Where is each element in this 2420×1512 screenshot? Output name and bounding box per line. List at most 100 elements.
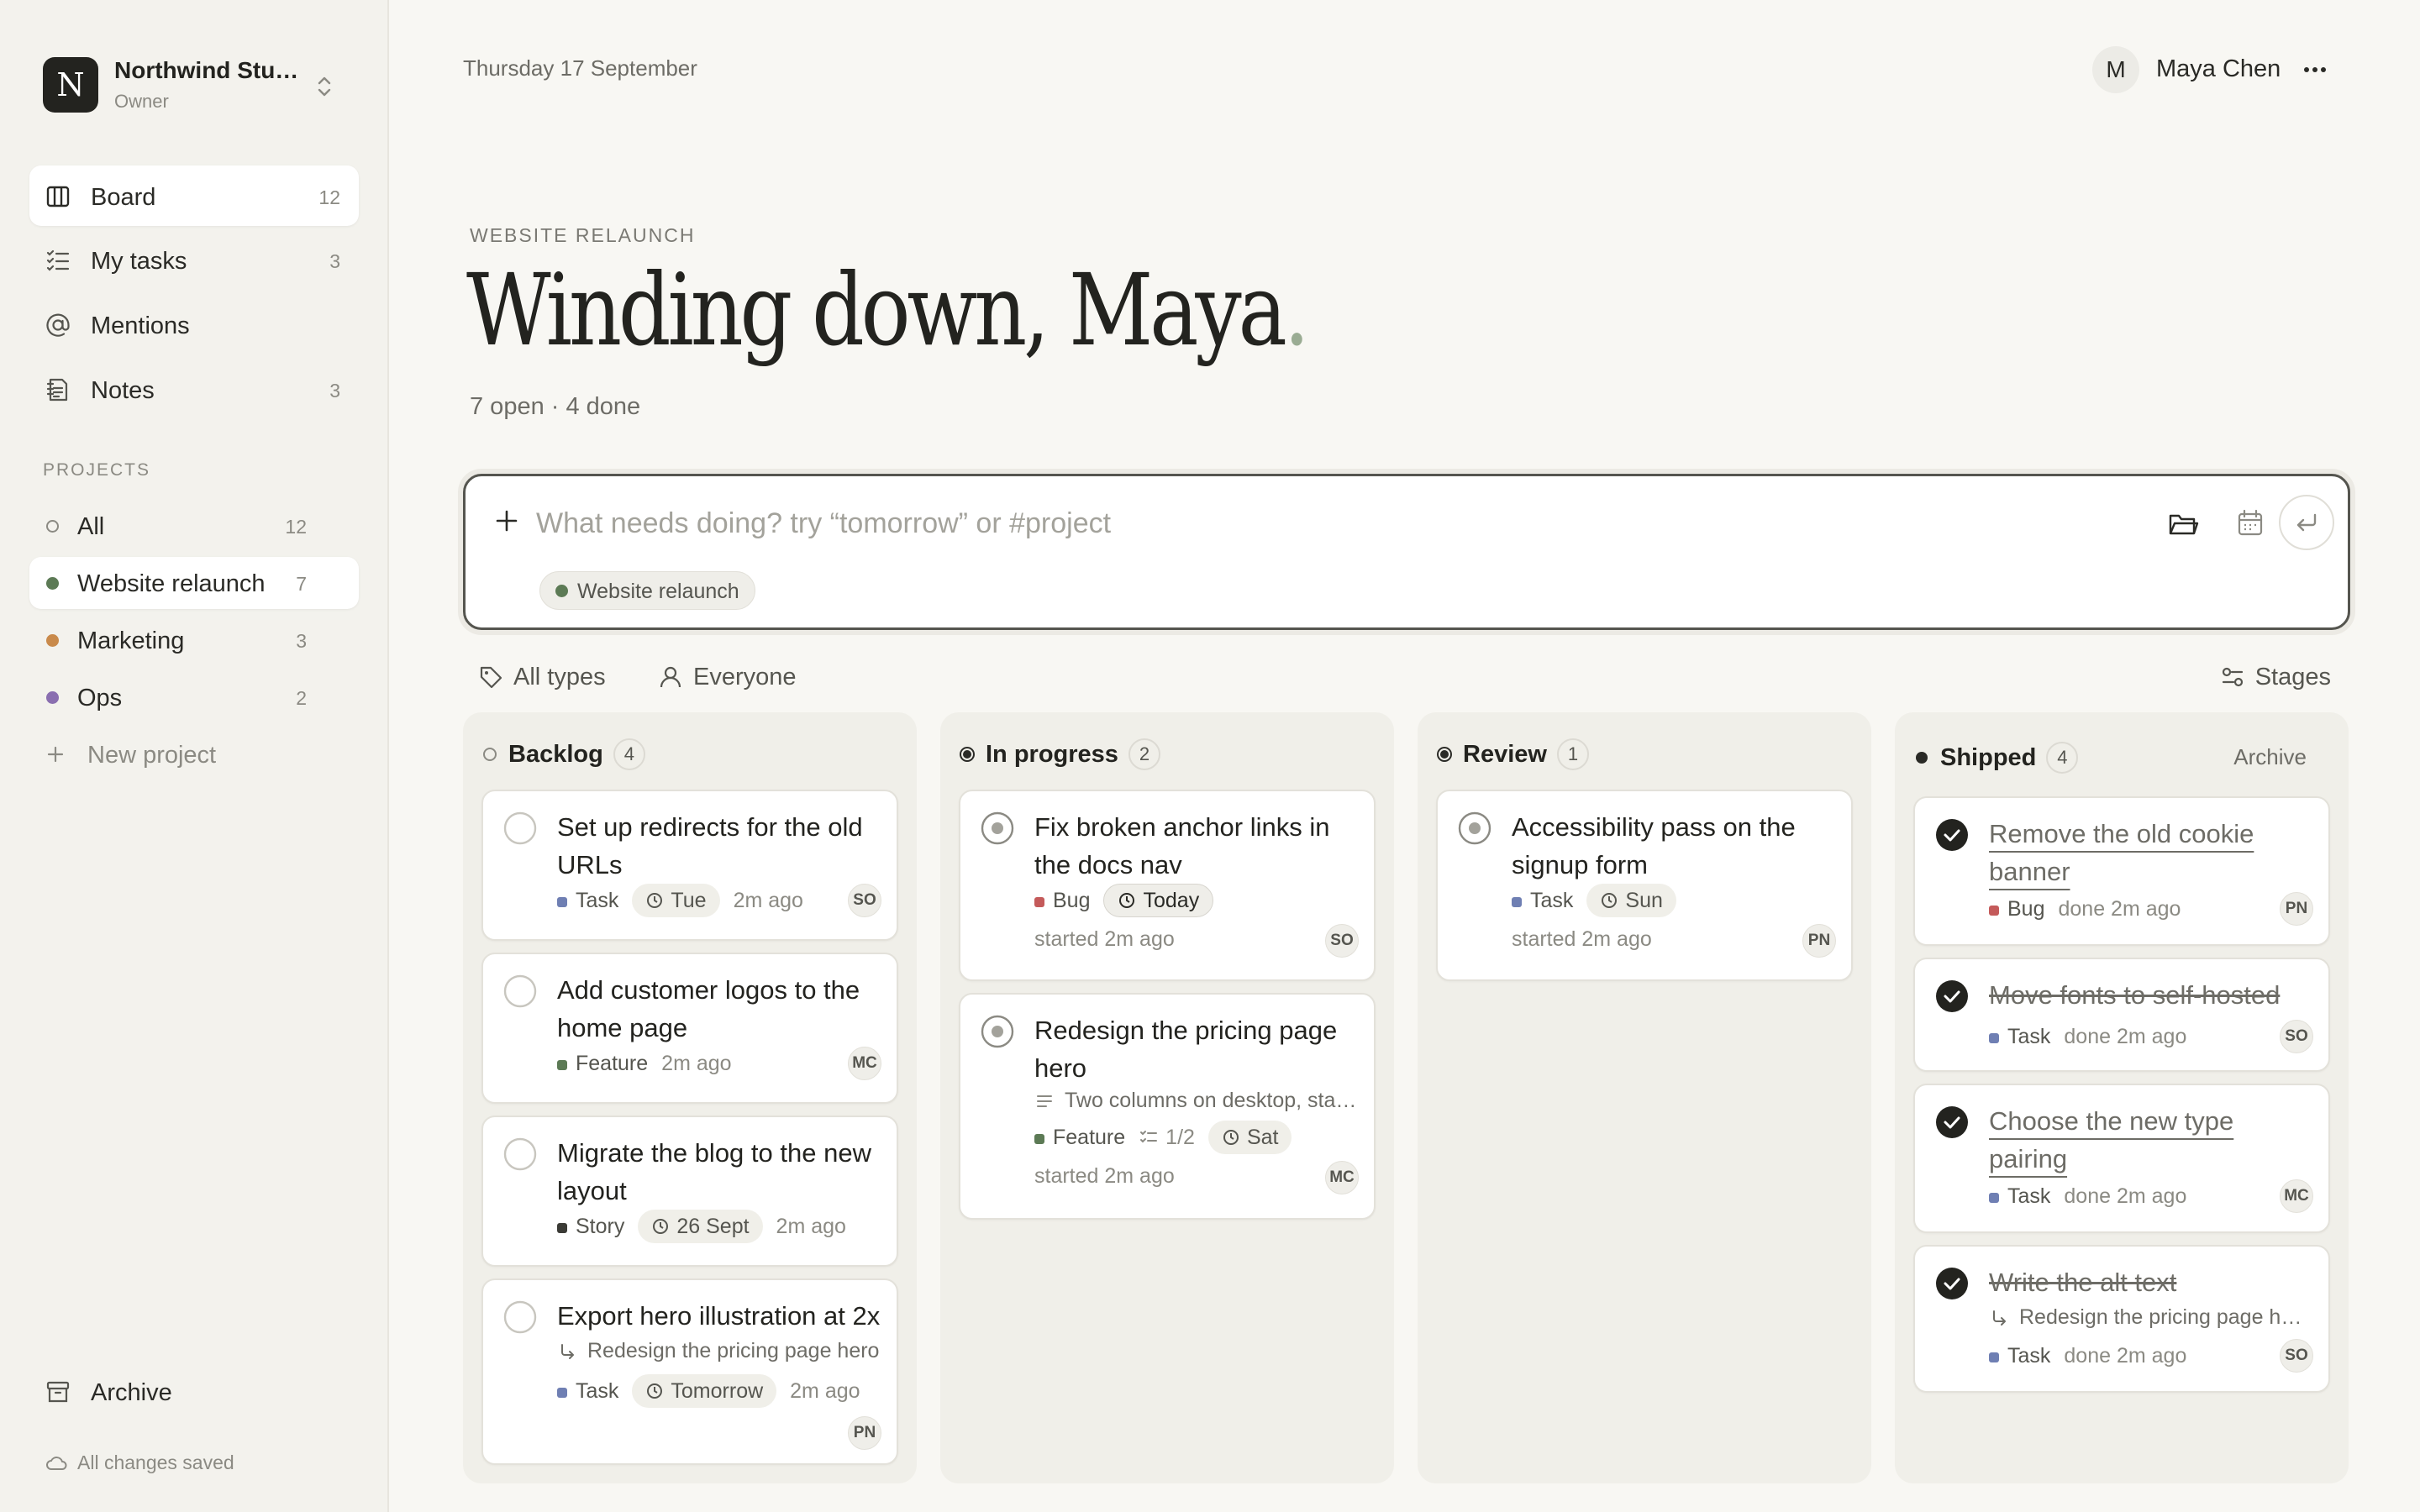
sidebar-item-count: 12 bbox=[318, 186, 340, 208]
task-card[interactable]: Accessibility pass on the signup form Ta… bbox=[1436, 790, 1853, 981]
task-card[interactable]: Choose the new type pairing Task done 2m… bbox=[1913, 1084, 2330, 1233]
status-done-icon bbox=[1916, 752, 1928, 764]
sidebar-item-mentions[interactable]: Mentions bbox=[29, 294, 359, 354]
in-progress-checkbox-icon[interactable] bbox=[981, 1015, 1014, 1048]
task-card[interactable]: Remove the old cookie banner Bug done 2m… bbox=[1913, 796, 2330, 946]
column-count: 2 bbox=[1128, 738, 1160, 770]
more-icon[interactable] bbox=[2302, 63, 2328, 76]
sidebar-item-board[interactable]: Board 12 bbox=[29, 165, 359, 226]
project-item-marketing[interactable]: Marketing 3 bbox=[29, 614, 359, 666]
project-chip[interactable]: Website relaunch bbox=[539, 571, 755, 610]
project-label: Website relaunch bbox=[77, 570, 266, 597]
task-age: 2m ago bbox=[790, 1378, 860, 1403]
checkbox-icon[interactable] bbox=[503, 1137, 537, 1171]
sidebar-item-label: Mentions bbox=[91, 312, 190, 339]
task-card[interactable]: Migrate the blog to the new layout Story… bbox=[481, 1116, 898, 1267]
workspace-switcher[interactable]: N Northwind Studio Owner bbox=[43, 57, 362, 116]
folder-icon[interactable] bbox=[2166, 507, 2200, 540]
checklist-icon bbox=[1140, 1131, 1158, 1143]
task-title: Move fonts to self-hosted bbox=[1989, 980, 2281, 1010]
clock-icon bbox=[647, 893, 663, 908]
task-type: Feature bbox=[1034, 1126, 1125, 1150]
stages-button[interactable]: Stages bbox=[2220, 660, 2331, 694]
page-title-text: Winding down, Maya bbox=[466, 252, 1287, 368]
plus-icon bbox=[47, 746, 64, 763]
checked-icon[interactable] bbox=[1935, 979, 1969, 1013]
task-type: Story bbox=[557, 1215, 624, 1239]
task-title: Add customer logos to the home page bbox=[557, 975, 860, 1042]
checked-icon[interactable] bbox=[1935, 1105, 1969, 1139]
task-note-text: Two columns on desktop, stacked on mobil… bbox=[1065, 1089, 1362, 1112]
task-input[interactable]: What needs doing? try “tomorrow” or #pro… bbox=[536, 507, 1111, 540]
task-card[interactable]: Set up redirects for the old URLs Task T… bbox=[481, 790, 898, 941]
calendar-icon[interactable] bbox=[2233, 507, 2267, 540]
checked-icon[interactable] bbox=[1935, 818, 1969, 852]
projects-heading: PROJECTS bbox=[43, 460, 151, 480]
stages-icon bbox=[2222, 667, 2243, 687]
in-progress-checkbox-icon[interactable] bbox=[981, 811, 1014, 845]
filter-types[interactable]: All types bbox=[478, 660, 606, 694]
stages-label: Stages bbox=[2254, 663, 2331, 690]
started-time: started 2m ago bbox=[1512, 927, 1652, 951]
project-item-all[interactable]: All 12 bbox=[29, 500, 359, 552]
chevron-updown-icon[interactable] bbox=[312, 72, 337, 101]
task-title: Fix broken anchor links in the docs nav bbox=[1034, 812, 1330, 879]
checkbox-icon[interactable] bbox=[503, 974, 537, 1008]
task-card[interactable]: Export hero illustration at 2x Redesign … bbox=[481, 1278, 898, 1465]
checked-icon[interactable] bbox=[1935, 1267, 1969, 1300]
checkbox-icon[interactable] bbox=[503, 1300, 537, 1334]
task-title: Choose the new type pairing bbox=[1989, 1106, 2234, 1173]
started-time: started 2m ago bbox=[1034, 927, 1175, 951]
task-title: Remove the old cookie banner bbox=[1989, 819, 2254, 886]
workspace-logo: N bbox=[43, 57, 98, 113]
workspace-name: Northwind Studio bbox=[114, 57, 299, 83]
column-title: In progress bbox=[986, 740, 1118, 768]
due-pill: Sun bbox=[1586, 884, 1676, 917]
archive-button[interactable]: Archive bbox=[2233, 744, 2307, 770]
parent-task: Redesign the pricing page hero bbox=[1989, 1305, 2308, 1330]
main-content: Thursday 17 September M Maya Chen WEBSIT… bbox=[391, 0, 2420, 1512]
task-note: Two columns on desktop, stacked on mobil… bbox=[1034, 1089, 1362, 1113]
task-composer[interactable]: What needs doing? try “tomorrow” or #pro… bbox=[463, 474, 2350, 630]
sidebar-item-my-tasks[interactable]: My tasks 3 bbox=[29, 229, 359, 290]
task-type: Task bbox=[557, 889, 618, 913]
workspace-role: Owner bbox=[114, 91, 169, 112]
new-project-button[interactable]: New project bbox=[29, 728, 359, 780]
project-count: 7 bbox=[296, 573, 307, 595]
in-progress-checkbox-icon[interactable] bbox=[1458, 811, 1491, 845]
sidebar-item-archive[interactable]: Archive bbox=[29, 1361, 359, 1421]
submit-button[interactable] bbox=[2279, 495, 2334, 550]
enter-icon bbox=[2296, 513, 2317, 532]
person-icon bbox=[660, 666, 681, 688]
checkbox-icon[interactable] bbox=[503, 811, 537, 845]
project-label: Marketing bbox=[77, 627, 185, 654]
project-item-ops[interactable]: Ops 2 bbox=[29, 671, 359, 723]
status-empty-icon bbox=[483, 748, 497, 761]
sidebar-item-notes[interactable]: Notes 3 bbox=[29, 359, 359, 419]
task-card[interactable]: Redesign the pricing page hero Two colum… bbox=[959, 993, 1376, 1220]
project-item-website-relaunch[interactable]: Website relaunch 7 bbox=[29, 557, 359, 609]
task-card[interactable]: Move fonts to self-hosted Task done 2m a… bbox=[1913, 958, 2330, 1072]
subtask-progress: 1/2 bbox=[1139, 1126, 1195, 1150]
column-header: In progress 2 bbox=[959, 738, 1160, 771]
column-title: Shipped bbox=[1940, 743, 2037, 771]
parent-task-title: Redesign the pricing page hero bbox=[587, 1339, 880, 1362]
task-card[interactable]: Fix broken anchor links in the docs nav … bbox=[959, 790, 1376, 981]
task-meta: Task done 2m ago bbox=[1989, 1339, 2186, 1373]
cloud-icon bbox=[46, 1456, 67, 1470]
sidebar-item-count: 3 bbox=[329, 250, 340, 272]
task-type: Task bbox=[1989, 1025, 2050, 1049]
due-pill: 26 Sept bbox=[638, 1210, 763, 1243]
task-meta: Task done 2m ago bbox=[1989, 1020, 2186, 1053]
task-type: Task bbox=[1989, 1184, 2050, 1209]
save-status: All changes saved bbox=[45, 1452, 234, 1474]
sidebar-item-count: 3 bbox=[329, 380, 340, 402]
filter-people[interactable]: Everyone bbox=[658, 660, 797, 694]
done-time: done 2m ago bbox=[2064, 1184, 2187, 1208]
column-count: 4 bbox=[613, 738, 645, 770]
task-title: Write the alt text bbox=[1989, 1268, 2177, 1297]
started-time: started 2m ago bbox=[1034, 1164, 1175, 1188]
user-menu[interactable]: M Maya Chen bbox=[2092, 46, 2336, 93]
task-card[interactable]: Write the alt text Redesign the pricing … bbox=[1913, 1245, 2330, 1393]
task-card[interactable]: Add customer logos to the home page Feat… bbox=[481, 953, 898, 1104]
